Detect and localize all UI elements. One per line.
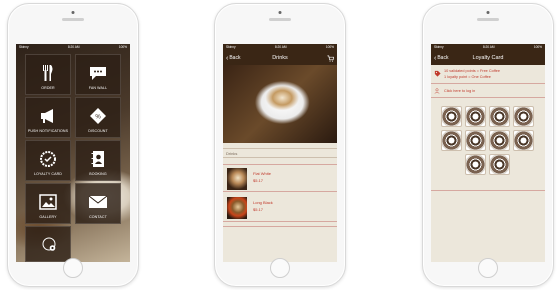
tile-label: CONTACT	[89, 215, 107, 219]
settings-gear-icon	[42, 237, 56, 251]
time-label: 8:20 AM	[67, 45, 80, 49]
stamp-spacer	[513, 154, 534, 175]
speaker-slot	[477, 18, 499, 21]
tile-booking[interactable]: BOOKING	[75, 140, 121, 181]
section-header: Drinks	[223, 148, 337, 158]
menu-grid: ORDER FAN WALL PUSH NOTIFICATIONS % DISC…	[25, 54, 121, 224]
status-bar: Skinny 8:20 AM 100%	[431, 44, 545, 51]
camera-dot	[486, 11, 490, 14]
speaker-slot	[62, 18, 84, 21]
carrier-label: Skinny	[226, 45, 236, 49]
loyalty-stamp	[441, 130, 462, 151]
points-rule: 10 validated points = Free Coffee	[444, 69, 500, 73]
status-bar: Skinny 8:20 AM 100%	[16, 44, 130, 51]
phone-mockup-drinks: Skinny 8:20 AM 100% ‹ Back Drinks Drinks…	[214, 3, 346, 287]
loyalty-stamp	[489, 106, 510, 127]
tile-label: ORDER	[41, 86, 55, 90]
tile-label: FAN WALL	[88, 86, 108, 90]
megaphone-icon	[41, 109, 53, 123]
chevron-left-icon: ‹	[434, 54, 437, 62]
item-thumbnail	[227, 168, 247, 190]
fork-knife-icon	[43, 65, 53, 81]
loyalty-badge-icon	[40, 151, 56, 167]
carrier-label: Skinny	[434, 45, 444, 49]
loyalty-stamp	[489, 130, 510, 151]
chat-bubble-icon	[90, 67, 106, 80]
nav-bar: ‹ Back Loyalty Card	[431, 51, 545, 65]
time-label: 8:20 AM	[274, 45, 287, 49]
chevron-left-icon: ‹	[226, 54, 229, 62]
tile-label: DISCOUNT	[88, 129, 108, 133]
item-price: $5.17	[253, 207, 264, 212]
image-icon	[39, 194, 57, 210]
stamp-grid	[441, 106, 537, 175]
back-label: Back	[437, 55, 449, 61]
tile-discount[interactable]: % DISCOUNT	[75, 97, 121, 138]
home-button[interactable]	[63, 258, 83, 278]
nav-bar: ‹ Back Drinks	[223, 51, 337, 65]
drinks-screen: Skinny 8:20 AM 100% ‹ Back Drinks Drinks…	[223, 44, 337, 262]
battery-label: 100%	[118, 45, 127, 49]
loyalty-stamp	[513, 106, 534, 127]
login-label: Click here to log in	[444, 89, 476, 93]
item-thumbnail	[227, 197, 247, 219]
tile-label: GALLERY	[39, 215, 57, 219]
item-price: $5.17	[253, 178, 264, 183]
home-button[interactable]	[478, 258, 498, 278]
phone-mockup-loyalty: Skinny 8:20 AM 100% ‹ Back Loyalty Card …	[422, 3, 554, 287]
status-bar: Skinny 8:20 AM 100%	[223, 44, 337, 51]
loyalty-info: 10 validated points = Free Coffee 1 loya…	[431, 66, 545, 84]
tile-settings[interactable]	[25, 226, 71, 262]
tile-contact[interactable]: CONTACT	[75, 183, 121, 224]
tile-label: LOYALTY CARD	[34, 172, 62, 176]
loyalty-screen: Skinny 8:20 AM 100% ‹ Back Loyalty Card …	[431, 44, 545, 262]
item-name: Flat White	[253, 171, 272, 176]
tile-label: BOOKING	[89, 172, 107, 176]
loyalty-stamp	[465, 106, 486, 127]
back-button[interactable]: ‹ Back	[434, 54, 449, 62]
tag-icon	[434, 70, 441, 77]
divider	[431, 190, 545, 191]
point-value-rule: 1 loyalty point = One Coffee	[444, 75, 491, 79]
login-link[interactable]: Click here to log in	[431, 85, 545, 98]
tile-order[interactable]: ORDER	[25, 54, 71, 95]
user-icon	[434, 88, 440, 94]
back-label: Back	[229, 55, 241, 61]
loyalty-stamp	[513, 130, 534, 151]
tile-push-notifications[interactable]: PUSH NOTIFICATIONS	[25, 97, 71, 138]
item-name: Long Black	[253, 200, 273, 205]
loyalty-stamp	[465, 154, 486, 175]
menu-screen: Skinny 8:20 AM 100% ORDER FAN WALL PUSH …	[16, 44, 130, 262]
hero-coffee-image	[223, 65, 337, 143]
list-item[interactable]: Flat White $5.17	[223, 164, 337, 192]
cart-icon[interactable]	[327, 55, 334, 62]
phone-mockup-menu: Skinny 8:20 AM 100% ORDER FAN WALL PUSH …	[7, 3, 139, 287]
tile-label: PUSH NOTIFICATIONS	[27, 129, 69, 133]
camera-dot	[278, 11, 282, 14]
svg-text:%: %	[95, 115, 101, 121]
speaker-slot	[269, 18, 291, 21]
home-button[interactable]	[270, 258, 290, 278]
time-label: 8:20 AM	[482, 45, 495, 49]
camera-dot	[71, 11, 75, 14]
tile-gallery[interactable]: GALLERY	[25, 183, 71, 224]
tile-loyalty-card[interactable]: LOYALTY CARD	[25, 140, 71, 181]
loyalty-stamp	[489, 154, 510, 175]
discount-tag-icon: %	[90, 108, 106, 124]
stamp-spacer	[441, 154, 462, 175]
envelope-icon	[88, 195, 108, 208]
battery-label: 100%	[325, 45, 334, 49]
loyalty-stamp	[465, 130, 486, 151]
back-button[interactable]: ‹ Back	[226, 54, 241, 62]
divider	[223, 226, 337, 227]
carrier-label: Skinny	[19, 45, 29, 49]
list-item[interactable]: Long Black $5.17	[223, 194, 337, 222]
battery-label: 100%	[533, 45, 542, 49]
address-book-icon	[91, 151, 104, 167]
loyalty-stamp	[441, 106, 462, 127]
tile-fan-wall[interactable]: FAN WALL	[75, 54, 121, 95]
